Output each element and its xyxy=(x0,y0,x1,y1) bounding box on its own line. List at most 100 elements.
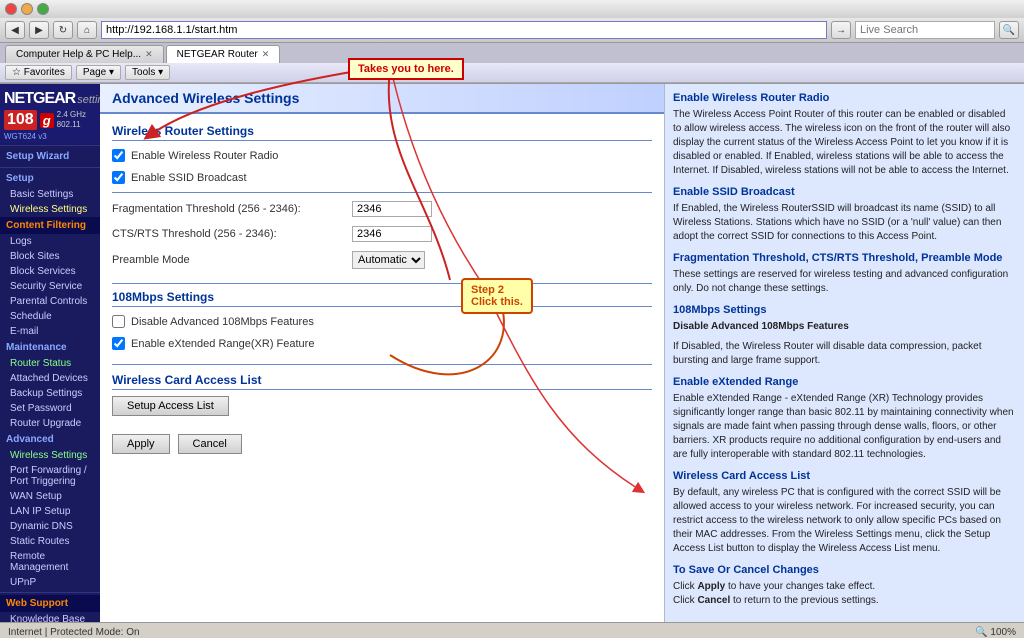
rp-text-5: Enable eXtended Range - eXtended Range (… xyxy=(673,392,1016,462)
sidebar: NETGEAR settings 108 g 2.4 GHz 802.11 WG… xyxy=(0,84,100,622)
sidebar-wan-setup[interactable]: WAN Setup xyxy=(0,489,100,504)
preamble-label: Preamble Mode xyxy=(112,254,352,266)
frag-threshold-row: Fragmentation Threshold (256 - 2346): xyxy=(112,199,652,219)
rp-text-3: These settings are reserved for wireless… xyxy=(673,268,1016,296)
rp-title-6: Wireless Card Access List xyxy=(673,470,1016,482)
page-outer: ◀ ▶ ↻ ⌂ → 🔍 Computer Help & PC Help... ✕… xyxy=(0,0,1024,638)
sidebar-static-routes[interactable]: Static Routes xyxy=(0,534,100,549)
sidebar-wireless-settings[interactable]: Wireless Settings xyxy=(0,202,100,217)
address-bar[interactable] xyxy=(101,21,827,39)
mbps-settings-title: 108Mbps Settings xyxy=(112,290,652,307)
divider-3 xyxy=(112,364,652,365)
sidebar-knowledge-base[interactable]: Knowledge Base xyxy=(0,612,100,622)
toolbar-page[interactable]: Page ▾ xyxy=(76,65,121,80)
sidebar-parental-controls[interactable]: Parental Controls xyxy=(0,294,100,309)
sidebar-email[interactable]: E-mail xyxy=(0,324,100,339)
cancel-button[interactable]: Cancel xyxy=(178,434,242,454)
maximize-btn[interactable] xyxy=(37,3,49,15)
rp-text-2: If Enabled, the Wireless RouterSSID will… xyxy=(673,202,1016,244)
status-text: Internet | Protected Mode: On xyxy=(8,627,140,638)
enable-ssid-row: Enable SSID Broadcast xyxy=(112,169,652,186)
search-input[interactable] xyxy=(855,21,995,39)
browser-chrome: ◀ ▶ ↻ ⌂ → 🔍 Computer Help & PC Help... ✕… xyxy=(0,0,1024,84)
sidebar-set-password[interactable]: Set Password xyxy=(0,401,100,416)
enable-ssid-checkbox[interactable] xyxy=(112,171,125,184)
preamble-select[interactable]: Automatic Long Short xyxy=(352,251,425,269)
enable-xr-checkbox[interactable] xyxy=(112,337,125,350)
rp-text-7: Click Apply to have your changes take ef… xyxy=(673,580,1016,608)
rp-subtitle-4: Disable Advanced 108Mbps Features xyxy=(673,320,1016,334)
disable-108-checkbox[interactable] xyxy=(112,315,125,328)
mbps-badge: 108 xyxy=(4,110,37,130)
divider-1 xyxy=(112,192,652,193)
toolbar-tools[interactable]: Tools ▾ xyxy=(125,65,170,80)
sidebar-remote-mgmt[interactable]: Remote Management xyxy=(0,549,100,575)
frag-threshold-input[interactable] xyxy=(352,201,432,217)
sidebar-lan-ip-setup[interactable]: LAN IP Setup xyxy=(0,504,100,519)
wireless-router-settings-title: Wireless Router Settings xyxy=(112,124,652,141)
sidebar-setup-section: Setup xyxy=(0,170,100,187)
rp-title-5: Enable eXtended Range xyxy=(673,376,1016,388)
cts-rts-input[interactable] xyxy=(352,226,432,242)
forward-button[interactable]: ▶ xyxy=(29,21,49,39)
rp-text-6: By default, any wireless PC that is conf… xyxy=(673,486,1016,556)
sidebar-block-services[interactable]: Block Services xyxy=(0,264,100,279)
apply-button[interactable]: Apply xyxy=(112,434,170,454)
enable-radio-checkbox[interactable] xyxy=(112,149,125,162)
sidebar-advanced: Advanced xyxy=(0,431,100,448)
sidebar-content-filtering: Content Filtering xyxy=(0,217,100,234)
tab-computer-help[interactable]: Computer Help & PC Help... ✕ xyxy=(5,45,164,63)
sidebar-block-sites[interactable]: Block Sites xyxy=(0,249,100,264)
disable-108-row: Disable Advanced 108Mbps Features xyxy=(112,313,652,330)
netgear-brand: NETGEAR xyxy=(4,90,75,108)
right-panel: Enable Wireless Router Radio The Wireles… xyxy=(664,84,1024,622)
refresh-button[interactable]: ↻ xyxy=(53,21,73,39)
button-row: Apply Cancel xyxy=(112,426,652,462)
sidebar-port-forwarding[interactable]: Port Forwarding / Port Triggering xyxy=(0,463,100,489)
status-bar: Internet | Protected Mode: On 🔍 100% xyxy=(0,622,1024,638)
setup-access-list-button[interactable]: Setup Access List xyxy=(112,396,229,416)
wireless-card-title: Wireless Card Access List xyxy=(112,373,652,390)
page-wrapper: NETGEAR settings 108 g 2.4 GHz 802.11 WG… xyxy=(0,84,1024,622)
go-button[interactable]: → xyxy=(831,21,851,39)
back-button[interactable]: ◀ xyxy=(5,21,25,39)
rp-text-4: If Disabled, the Wireless Router will di… xyxy=(673,340,1016,368)
home-button[interactable]: ⌂ xyxy=(77,21,97,39)
divider-2 xyxy=(112,283,652,284)
sidebar-dynamic-dns[interactable]: Dynamic DNS xyxy=(0,519,100,534)
sidebar-backup-settings[interactable]: Backup Settings xyxy=(0,386,100,401)
minimize-btn[interactable] xyxy=(21,3,33,15)
wireless-card-section: Wireless Card Access List Setup Access L… xyxy=(112,373,652,416)
tab-close-1[interactable]: ✕ xyxy=(145,49,153,60)
sidebar-router-upgrade[interactable]: Router Upgrade xyxy=(0,416,100,431)
rp-title-3: Fragmentation Threshold, CTS/RTS Thresho… xyxy=(673,252,1016,264)
settings-label: settings xyxy=(77,94,100,106)
toolbar-favorites[interactable]: ☆ Favorites xyxy=(5,65,72,80)
sidebar-attached-devices[interactable]: Attached Devices xyxy=(0,371,100,386)
sidebar-security-service[interactable]: Security Service xyxy=(0,279,100,294)
tab-close-2[interactable]: ✕ xyxy=(262,49,270,60)
frag-threshold-label: Fragmentation Threshold (256 - 2346): xyxy=(112,203,352,215)
sidebar-router-status[interactable]: Router Status xyxy=(0,356,100,371)
tab-label-active: NETGEAR Router xyxy=(177,49,258,60)
sidebar-setup-wizard[interactable]: Setup Wizard xyxy=(0,148,100,165)
search-submit[interactable]: 🔍 xyxy=(999,21,1019,39)
sidebar-maintenance: Maintenance xyxy=(0,339,100,356)
tab-netgear[interactable]: NETGEAR Router ✕ xyxy=(166,45,281,63)
rp-text-1: The Wireless Access Point Router of this… xyxy=(673,108,1016,178)
page-header: Advanced Wireless Settings xyxy=(100,84,664,114)
sidebar-wireless-settings2[interactable]: Wireless Settings xyxy=(0,448,100,463)
sidebar-upnp[interactable]: UPnP xyxy=(0,575,100,590)
rp-title-4: 108Mbps Settings xyxy=(673,304,1016,316)
sidebar-logs[interactable]: Logs xyxy=(0,234,100,249)
sidebar-schedule[interactable]: Schedule xyxy=(0,309,100,324)
close-btn[interactable] xyxy=(5,3,17,15)
enable-xr-label: Enable eXtended Range(XR) Feature xyxy=(131,338,314,350)
disable-108-label: Disable Advanced 108Mbps Features xyxy=(131,316,314,328)
zoom-level: 🔍 100% xyxy=(975,627,1016,638)
mbps-settings-block: 108Mbps Settings Disable Advanced 108Mbp… xyxy=(112,290,652,352)
sidebar-basic-settings[interactable]: Basic Settings xyxy=(0,187,100,202)
rp-title-2: Enable SSID Broadcast xyxy=(673,186,1016,198)
navbar: ◀ ▶ ↻ ⌂ → 🔍 xyxy=(0,18,1024,43)
titlebar xyxy=(0,0,1024,18)
